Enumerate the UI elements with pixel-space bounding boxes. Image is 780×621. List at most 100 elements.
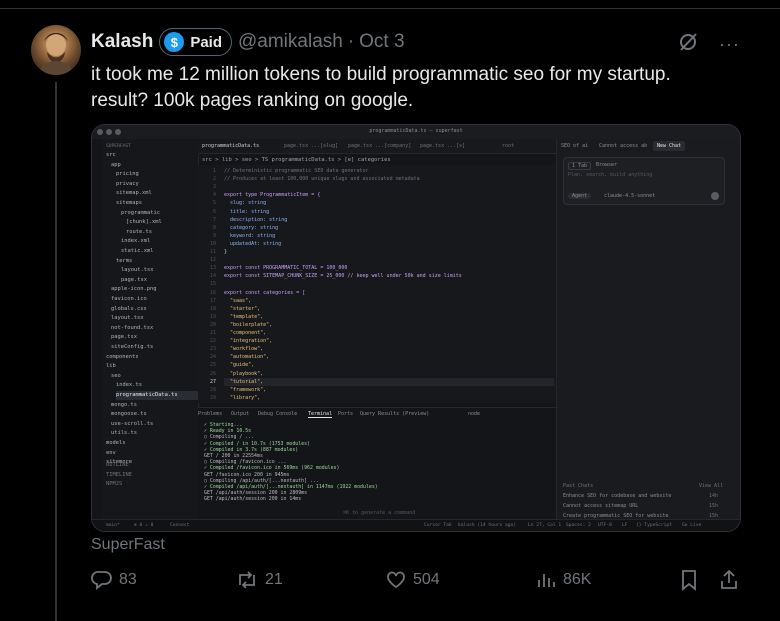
- explorer-item[interactable]: components: [106, 353, 138, 362]
- status-connect[interactable]: Connect: [170, 523, 189, 528]
- line-number: 24: [209, 354, 216, 361]
- context-chip-tab[interactable]: 1 Tab: [568, 162, 592, 170]
- explorer-item[interactable]: env: [106, 449, 116, 458]
- author-name[interactable]: Kalash: [91, 31, 153, 53]
- tab-page-s[interactable]: page.tsx ...[s]: [416, 139, 476, 153]
- explorer-item[interactable]: apple-icon.png: [111, 285, 156, 294]
- explorer-item[interactable]: use-scroll.ts: [111, 420, 153, 429]
- explorer-item[interactable]: programmaticData.ts: [116, 391, 208, 400]
- status-indent[interactable]: Spaces: 2: [566, 523, 591, 528]
- explorer-item[interactable]: index.xml: [121, 237, 150, 246]
- tweet-date[interactable]: Oct 3: [359, 31, 404, 53]
- panel-tab-output[interactable]: Output: [231, 411, 249, 417]
- line-number: 5: [212, 200, 216, 207]
- explorer-item[interactable]: siteConfig.ts: [111, 343, 153, 352]
- explorer-item[interactable]: layout.tsx: [121, 266, 153, 275]
- status-encoding[interactable]: UTF-8: [598, 523, 612, 528]
- paid-badge[interactable]: $ Paid: [159, 28, 232, 56]
- thread-line: [55, 82, 57, 621]
- explorer-item[interactable]: src: [106, 151, 116, 160]
- tab-page-company[interactable]: page.tsx ...[company]: [344, 139, 418, 153]
- status-cursor-position[interactable]: Ln 27, Col 1: [528, 523, 561, 528]
- explorer-item[interactable]: page.tsx: [121, 276, 147, 285]
- status-branch[interactable]: main*: [106, 523, 120, 528]
- status-problems[interactable]: ⊗ 0 ⚠ 0: [134, 523, 153, 528]
- explorer-item[interactable]: sitemaps: [116, 199, 142, 208]
- panel-tab-query-results[interactable]: Query Results (Preview): [360, 411, 429, 417]
- explorer-item[interactable]: favicon.ico: [111, 295, 147, 304]
- line-number: 25: [209, 362, 216, 369]
- explorer-item[interactable]: route.ts: [126, 228, 152, 237]
- explorer-item[interactable]: TIMELINE: [106, 471, 132, 480]
- code-line: title: string: [224, 208, 270, 215]
- chat-tab-seo[interactable]: SEO of ai: [561, 143, 588, 149]
- past-chat-item[interactable]: Cannot access sitemap URL: [563, 503, 638, 509]
- explorer-item[interactable]: models: [106, 439, 125, 448]
- explorer-item[interactable]: static.xml: [121, 247, 153, 256]
- line-number: 28: [209, 386, 216, 393]
- tab-root[interactable]: root: [498, 139, 528, 153]
- panel-tab-ports[interactable]: Ports: [338, 411, 353, 417]
- panel-tab-debug-console[interactable]: Debug Console: [258, 411, 297, 417]
- view-all-link[interactable]: View All: [699, 483, 723, 489]
- explorer-item[interactable]: globals.css: [111, 305, 147, 314]
- agent-mode-selector[interactable]: Agent: [568, 193, 592, 199]
- explorer-item[interactable]: lib: [106, 362, 116, 371]
- bookmark-button[interactable]: [679, 569, 699, 591]
- past-chat-age: 14h: [709, 493, 719, 499]
- chat-tab-new-chat[interactable]: New Chat: [653, 141, 686, 151]
- media-screenshot[interactable]: programmaticData.ts — superfast SUPERFAS…: [91, 124, 741, 532]
- code-line: slug: string: [224, 200, 267, 207]
- status-git-blame[interactable]: kalash (14 hours ago): [458, 523, 516, 528]
- explorer-item[interactable]: layout.tsx: [111, 314, 143, 323]
- explorer-item[interactable]: app: [111, 161, 121, 170]
- chat-input[interactable]: Plan, search, build anything: [568, 172, 652, 178]
- explorer-item[interactable]: mongoose.ts: [111, 410, 147, 419]
- explorer-item[interactable]: privacy: [116, 180, 139, 189]
- author-handle[interactable]: @amikalash: [238, 31, 343, 53]
- explorer-item[interactable]: mongo.ts: [111, 401, 137, 410]
- explorer-item[interactable]: [chunk].xml: [126, 218, 162, 227]
- explorer-item[interactable]: NPMJS: [106, 480, 122, 489]
- header-separator: ·: [347, 31, 355, 52]
- more-options-icon[interactable]: ···: [719, 34, 740, 55]
- like-button[interactable]: 504: [385, 569, 440, 591]
- code-line: }: [224, 249, 228, 255]
- panel-tab-terminal[interactable]: Terminal: [308, 411, 333, 418]
- explorer-item[interactable]: page.tsx: [111, 333, 137, 342]
- explorer-item[interactable]: terms: [116, 257, 132, 266]
- status-go-live[interactable]: Go Live: [682, 523, 701, 528]
- code-line: "template",: [224, 313, 264, 320]
- share-button[interactable]: [719, 569, 739, 591]
- code-line: "workflow",: [224, 346, 264, 353]
- terminal-line: GET /api/auth/session 200 in 14ms: [204, 496, 302, 503]
- status-language[interactable]: {} TypeScript: [636, 523, 672, 528]
- explorer-item[interactable]: pricing: [116, 170, 139, 179]
- explorer-item[interactable]: programmatic: [121, 209, 160, 218]
- context-chip-browser[interactable]: Browser: [596, 162, 617, 168]
- model-selector[interactable]: claude-4.5-sonnet: [604, 193, 655, 199]
- code-line: "integration",: [224, 338, 273, 345]
- status-eol[interactable]: LF: [622, 523, 628, 528]
- explorer-item[interactable]: sitemap.xml: [116, 189, 152, 198]
- avatar[interactable]: [31, 25, 81, 75]
- repost-button[interactable]: 21: [235, 569, 283, 591]
- tab-page-slug[interactable]: page.tsx ...[slug]: [280, 139, 346, 153]
- grok-icon[interactable]: [677, 31, 699, 58]
- status-cursor-tab[interactable]: Cursor Tab: [424, 523, 452, 528]
- terminal-label[interactable]: node: [468, 411, 480, 417]
- reply-button[interactable]: 83: [91, 569, 137, 591]
- explorer-item[interactable]: seo: [111, 372, 121, 381]
- send-icon[interactable]: [711, 192, 719, 200]
- code-area[interactable]: 1 // Deterministic programmatic SEO data …: [198, 165, 556, 403]
- panel-tab-problems[interactable]: Problems: [198, 411, 222, 417]
- explorer-item[interactable]: not-found.tsx: [111, 324, 153, 333]
- views-button[interactable]: 86K: [535, 569, 591, 591]
- tab-programmatic-data[interactable]: programmaticData.ts: [198, 139, 280, 153]
- explorer-item[interactable]: OUTLINE: [106, 461, 129, 470]
- chat-input-box[interactable]: 1 Tab Browser Plan, search, build anythi…: [563, 157, 725, 205]
- chat-tab-cannot-access[interactable]: Cannot access ab: [599, 143, 647, 149]
- explorer-item[interactable]: index.ts: [116, 381, 142, 390]
- explorer-item[interactable]: utils.ts: [111, 429, 137, 438]
- past-chat-item[interactable]: Enhance SEO for codebase and website: [563, 493, 671, 499]
